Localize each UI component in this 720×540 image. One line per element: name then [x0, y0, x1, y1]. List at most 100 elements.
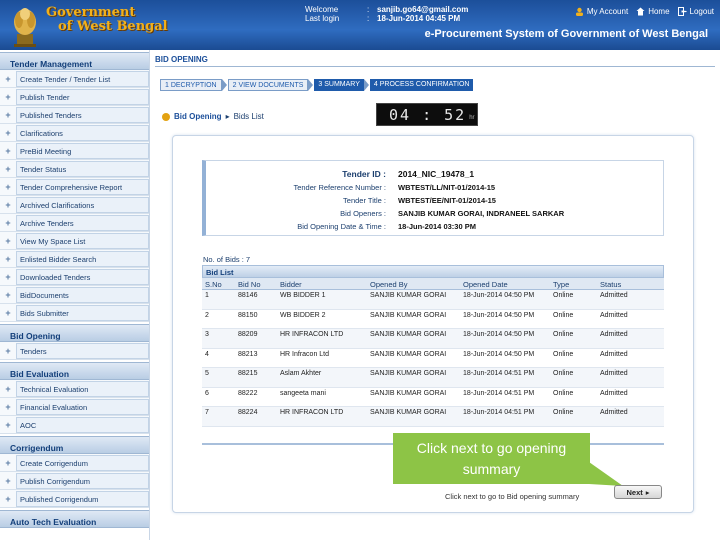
- logout-icon: [677, 7, 687, 16]
- cell-status: Admitted: [600, 389, 628, 397]
- user-icon: [575, 7, 583, 16]
- cell-bidder: HR INFRACON LTD: [280, 331, 344, 338]
- table-row: 2 88150 WB BIDDER 2 SANJIB KUMAR GORAI 18-Ju…: [202, 310, 664, 329]
- col-sno: S.No: [205, 280, 222, 289]
- tutorial-callout: Click next to go opening summary: [393, 433, 590, 484]
- tender-info-box: Tender ID : 2014_NIC_19478_1 Tender Refer…: [202, 160, 664, 236]
- plus-icon: +: [5, 253, 11, 264]
- sidebar-item[interactable]: + Bids Submitter: [0, 304, 149, 322]
- sidebar-item[interactable]: + PreBid Meeting: [0, 142, 149, 160]
- tender-title-label: Tender Title :: [343, 196, 386, 205]
- plus-icon: +: [5, 475, 11, 486]
- sidebar-item[interactable]: + Technical Evaluation: [0, 380, 149, 398]
- sidebar-item-label: View My Space List: [16, 232, 149, 249]
- step-view-documents: 2 VIEW DOCUMENTS: [227, 79, 309, 91]
- plus-icon: +: [5, 307, 11, 318]
- cell-status: Admitted: [600, 409, 628, 416]
- sidebar-item-label: Tender Comprehensive Report: [16, 178, 149, 195]
- cell-sno: 3: [205, 331, 209, 338]
- page-title: BID OPENING: [155, 55, 208, 64]
- breadcrumb-bid-opening[interactable]: Bid Opening: [174, 112, 222, 121]
- plus-icon: +: [5, 199, 11, 210]
- sidebar-item[interactable]: + Archived Clarifications: [0, 196, 149, 214]
- cell-bid-no: 88224: [238, 409, 258, 416]
- logo-text: Government of West Bengal: [46, 6, 168, 34]
- top-links: My Account Home Logout: [575, 7, 714, 16]
- sidebar-item-label: Financial Evaluation: [16, 398, 149, 415]
- sidebar-item[interactable]: + Publish Corrigendum: [0, 472, 149, 490]
- cell-opened-by: SANJIB KUMAR GORAI: [370, 331, 447, 338]
- cell-type: Online: [553, 331, 574, 338]
- plus-icon: +: [5, 145, 11, 156]
- sidebar-item[interactable]: + Published Corrigendum: [0, 490, 149, 508]
- sidebar-item[interactable]: + BidDocuments: [0, 286, 149, 304]
- sidebar-section-title: Corrigendum: [0, 436, 149, 454]
- sidebar-item[interactable]: + Published Tenders: [0, 106, 149, 124]
- logout-link[interactable]: Logout: [677, 7, 714, 16]
- table-body: 1 88146 WB BIDDER 1 SANJIB KUMAR GORAI 18-Ju…: [202, 290, 664, 427]
- cell-status: Admitted: [600, 370, 628, 377]
- sidebar-item[interactable]: + Financial Evaluation: [0, 398, 149, 416]
- home-link[interactable]: Home: [636, 7, 670, 16]
- plus-icon: +: [5, 235, 11, 246]
- sidebar-item[interactable]: + Tender Comprehensive Report: [0, 178, 149, 196]
- cell-bid-no: 88150: [238, 311, 258, 319]
- col-bidder: Bidder: [280, 280, 302, 289]
- sidebar-item-label: Archived Clarifications: [16, 196, 149, 213]
- step-indicator: 1 DECRYPTION 2 VIEW DOCUMENTS 3 SUMMARY …: [160, 79, 474, 91]
- cell-status: Admitted: [600, 311, 628, 319]
- cell-bid-no: 88222: [238, 389, 258, 397]
- sidebar-item[interactable]: + Clarifications: [0, 124, 149, 142]
- tender-id-label: Tender ID :: [342, 169, 386, 179]
- next-button-label: Next: [626, 487, 643, 497]
- sidebar-item-label: Enlisted Bidder Search: [16, 250, 149, 267]
- sidebar-item[interactable]: + Tenders: [0, 342, 149, 360]
- table-header: S.No Bid No Bidder Opened By Opened Date…: [202, 278, 664, 290]
- sidebar-item-label: Publish Tender: [16, 88, 149, 105]
- plus-icon: +: [5, 163, 11, 174]
- step-arrow-icon: [308, 79, 314, 91]
- sidebar-item-label: Tenders: [16, 342, 149, 359]
- col-status: Status: [600, 280, 622, 289]
- sidebar-item-label: Publish Corrigendum: [16, 472, 149, 489]
- sidebar-item-label: Clarifications: [16, 124, 149, 141]
- step-summary: 3 SUMMARY: [314, 79, 364, 91]
- cell-status: Admitted: [600, 350, 628, 358]
- sidebar-section-title: Auto Tech Evaluation: [0, 510, 149, 528]
- my-account-link[interactable]: My Account: [575, 7, 628, 16]
- sidebar-item[interactable]: + AOC: [0, 416, 149, 434]
- sidebar-item-label: Downloaded Tenders: [16, 268, 149, 285]
- cell-bidder: WB BIDDER 1: [280, 292, 326, 299]
- bid-list-table: Bid List S.No Bid No Bidder Opened By Op…: [202, 265, 664, 427]
- step-arrow-icon: [221, 79, 227, 91]
- sidebar-item-label: Technical Evaluation: [16, 380, 149, 397]
- breadcrumb-separator-icon: ▸: [225, 112, 230, 121]
- cell-opened-date: 18-Jun-2014 04:51 PM: [463, 370, 535, 377]
- cell-type: Online: [553, 311, 574, 319]
- sidebar-item[interactable]: + Create Corrigendum: [0, 454, 149, 472]
- cell-bidder: HR INFRACON LTD: [280, 409, 344, 416]
- cell-opened-by: SANJIB KUMAR GORAI: [370, 370, 447, 377]
- cell-status: Admitted: [600, 331, 628, 338]
- cell-type: Online: [553, 350, 574, 358]
- sidebar-item[interactable]: + Enlisted Bidder Search: [0, 250, 149, 268]
- cell-opened-by: SANJIB KUMAR GORAI: [370, 292, 447, 299]
- step-decryption: 1 DECRYPTION: [160, 79, 222, 91]
- last-login-label: Last login: [305, 14, 340, 23]
- sidebar-item[interactable]: + Publish Tender: [0, 88, 149, 106]
- cell-sno: 5: [205, 370, 209, 377]
- sidebar-item[interactable]: + Create Tender / Tender List: [0, 70, 149, 88]
- next-button[interactable]: Next ▸: [614, 485, 662, 499]
- sidebar-section-title: Bid Opening: [0, 324, 149, 342]
- sidebar-item[interactable]: + View My Space List: [0, 232, 149, 250]
- col-opened-date: Opened Date: [463, 280, 508, 289]
- cell-type: Online: [553, 292, 574, 299]
- timer-digits: 04 : 52: [389, 105, 467, 124]
- cell-sno: 6: [205, 389, 209, 397]
- sidebar-item[interactable]: + Tender Status: [0, 160, 149, 178]
- header-bar: Government of West Bengal Welcome: sanjib…: [0, 0, 720, 50]
- plus-icon: +: [5, 271, 11, 282]
- sidebar-item[interactable]: + Archive Tenders: [0, 214, 149, 232]
- step-arrow-icon: [363, 79, 369, 91]
- sidebar-item[interactable]: + Downloaded Tenders: [0, 268, 149, 286]
